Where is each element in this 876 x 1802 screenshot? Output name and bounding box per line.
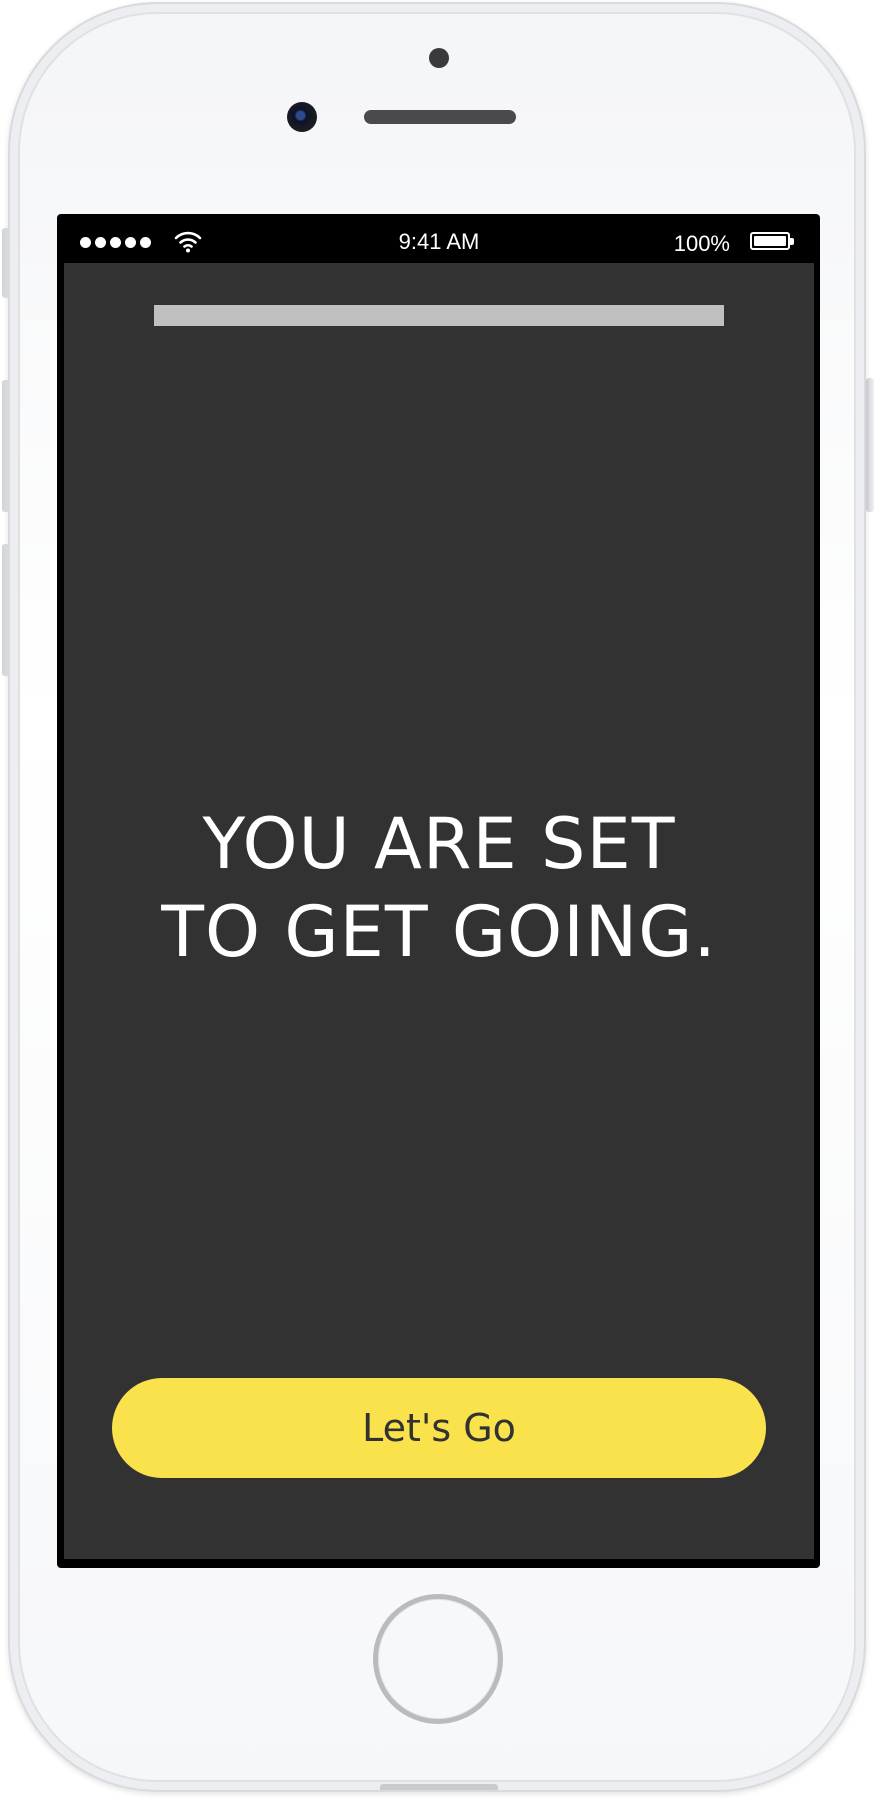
device-mockup: 9:41 AM 100% YOU ARE SET TO GET GOING. L… [0,0,876,1802]
battery-icon [750,232,794,250]
home-button[interactable] [373,1594,503,1724]
battery-percentage: 100% [673,231,730,256]
progress-fill [154,305,724,326]
lets-go-button[interactable]: Let's Go [112,1378,766,1478]
headline-line-2: TO GET GOING. [161,891,717,973]
lightning-port [380,1784,498,1790]
front-camera-icon [287,102,317,132]
status-bar: 9:41 AM 100% [64,219,814,263]
battery-terminal [790,238,794,245]
headline-line-1: YOU ARE SET [202,803,676,885]
power-button [866,378,874,512]
onboarding-progress-bar [154,305,724,326]
completion-headline: YOU ARE SET TO GET GOING. [64,800,814,976]
proximity-sensor [429,48,449,68]
battery-fill [754,236,786,246]
earpiece-speaker [364,110,516,124]
